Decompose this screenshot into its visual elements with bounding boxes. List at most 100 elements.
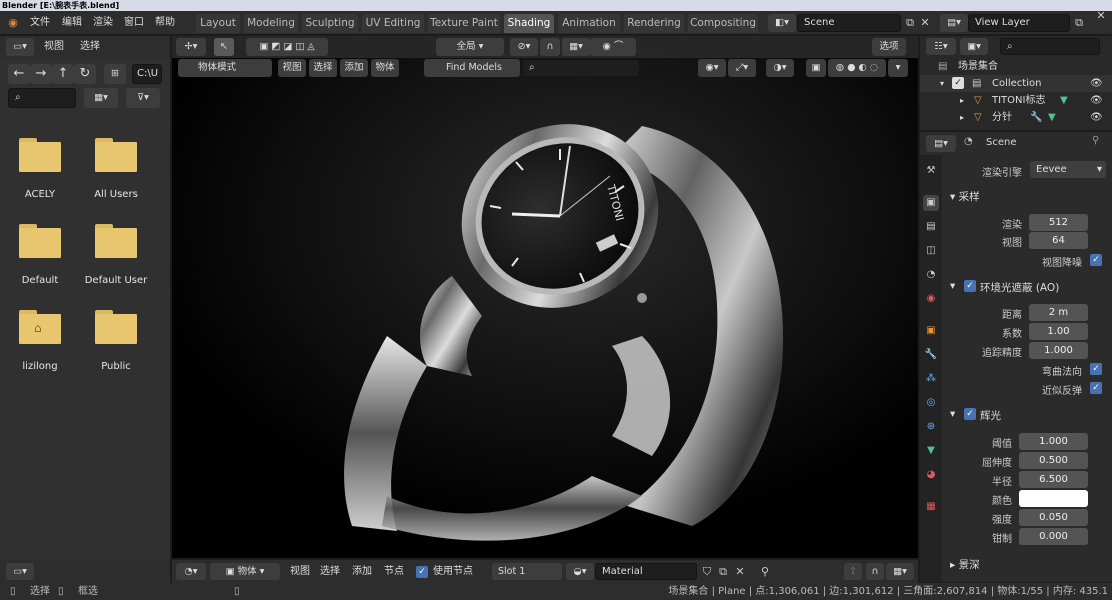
bloom-radius-field[interactable]: 6.500	[1019, 471, 1088, 488]
particles-tab-icon[interactable]: ⁂	[923, 371, 939, 387]
collection-checkbox[interactable]: ✓	[952, 77, 964, 89]
editor-type-button[interactable]: ◔▾	[176, 563, 206, 580]
folder-label[interactable]: Default User	[76, 275, 156, 286]
bloom-threshold-field[interactable]: 1.000	[1019, 433, 1088, 450]
editor-type-button[interactable]: ▭▾	[6, 563, 34, 580]
view-layer-field[interactable]: View Layer	[968, 14, 1070, 32]
refresh-button[interactable]: ↻	[74, 64, 96, 84]
shader-node-menu[interactable]: 节点	[384, 565, 404, 579]
editor-type-button[interactable]: ✢▾	[176, 38, 206, 56]
new-folder-button[interactable]: ⊞	[104, 64, 126, 84]
parent-node-tree-icon[interactable]: ⇧	[844, 563, 862, 580]
menu-window[interactable]: 窗口	[124, 16, 144, 30]
file-browser-select-menu[interactable]: 选择	[80, 40, 100, 54]
tab-uv-editing[interactable]: UV Editing	[362, 14, 424, 33]
shading-mode-icons[interactable]: ◍ ● ◐ ◌	[828, 59, 886, 77]
home-folder-icon[interactable]: ⌂	[19, 310, 61, 344]
snap-icon[interactable]: ∩	[540, 38, 560, 56]
fake-user-icon[interactable]: ⛉	[700, 565, 714, 579]
back-button[interactable]: ←	[8, 64, 30, 84]
ao-panel-header[interactable]: ▾	[950, 280, 955, 292]
ao-distance-field[interactable]: 2 m	[1029, 304, 1088, 321]
3d-viewport[interactable]: TITONI	[172, 36, 918, 558]
bounce-approx-checkbox[interactable]: ✓	[1090, 382, 1102, 394]
material-name-field[interactable]: Material	[595, 563, 697, 580]
material-tab-icon[interactable]: ◕	[923, 467, 939, 483]
folder-label[interactable]: lizilong	[0, 361, 80, 372]
ao-factor-field[interactable]: 1.00	[1029, 323, 1088, 340]
viewport-view-menu[interactable]: 视图	[278, 59, 306, 77]
new-scene-icon[interactable]: ⧉	[903, 16, 917, 30]
snap-element-icon[interactable]: ▦▾	[886, 563, 914, 580]
delete-scene-icon[interactable]: ✕	[918, 16, 932, 30]
new-view-layer-icon[interactable]: ⧉	[1072, 16, 1086, 30]
shader-select-menu[interactable]: 选择	[320, 565, 340, 579]
folder-label[interactable]: Default	[0, 275, 80, 286]
data-tab-icon[interactable]: ▼	[923, 443, 939, 459]
shading-options-icon[interactable]: ▾	[888, 59, 908, 77]
duplicate-material-icon[interactable]: ⧉	[716, 565, 730, 579]
select-tool-icon[interactable]: ↖	[214, 38, 234, 56]
viewport-samples-field[interactable]: 64	[1029, 232, 1088, 249]
outliner-row-scene-collection[interactable]: ▤ 场景集合	[920, 58, 1112, 75]
sampling-panel-header[interactable]: ▾ 采样	[950, 189, 980, 204]
tab-modeling[interactable]: Modeling	[244, 14, 298, 33]
folder-icon[interactable]	[95, 224, 137, 258]
editor-type-button[interactable]: ▭▾	[6, 38, 34, 56]
display-mode-button[interactable]: ▣▾	[960, 38, 988, 55]
browse-material-icon[interactable]: ◒▾	[566, 563, 594, 580]
modifier-tab-icon[interactable]: 🔧	[923, 347, 939, 363]
blender-logo-icon[interactable]: ◉	[6, 16, 20, 30]
render-engine-dropdown[interactable]: Eevee ▾	[1030, 161, 1106, 178]
menu-render[interactable]: 渲染	[93, 16, 113, 30]
use-nodes-checkbox[interactable]: ✓	[416, 566, 428, 578]
dof-panel-header[interactable]: ▸ 景深	[950, 557, 980, 572]
editor-type-button[interactable]: ▤▾	[926, 135, 956, 152]
pin-icon[interactable]: ⚲	[1092, 135, 1099, 146]
physics-tab-icon[interactable]: ◎	[923, 395, 939, 411]
material-slot-dropdown[interactable]: Slot 1	[492, 563, 562, 580]
folder-icon[interactable]	[19, 138, 61, 172]
texture-tab-icon[interactable]: ▦	[923, 499, 939, 515]
output-tab-icon[interactable]: ▤	[923, 219, 939, 235]
outliner-row-collection[interactable]: ▾ ✓ ▤ Collection 👁	[920, 75, 1112, 92]
tab-compositing[interactable]: Compositing	[688, 14, 758, 33]
unlink-material-icon[interactable]: ✕	[733, 565, 747, 579]
eye-icon[interactable]: 👁	[1090, 75, 1103, 92]
view-layer-tab-icon[interactable]: ◫	[923, 243, 939, 259]
file-search-input[interactable]: ⌕	[8, 88, 76, 108]
overlay-icon[interactable]: ◑▾	[766, 59, 794, 77]
bloom-clamp-field[interactable]: 0.000	[1019, 528, 1088, 545]
viewport-select-menu[interactable]: 选择	[309, 59, 337, 77]
folder-label[interactable]: Public	[76, 361, 156, 372]
viewport-object-menu[interactable]: 物体	[371, 59, 399, 77]
tab-sculpting[interactable]: Sculpting	[302, 14, 358, 33]
view-layer-selector-button[interactable]: ▤▾	[940, 14, 968, 32]
filter-button[interactable]: ⊽▾	[126, 88, 160, 108]
display-mode-button[interactable]: ▦▾	[84, 88, 118, 108]
shader-type-dropdown[interactable]: ▣ 物体 ▾	[210, 563, 280, 580]
find-models-dropdown[interactable]: Find Models	[424, 59, 520, 77]
viewport-denoise-checkbox[interactable]: ✓	[1090, 254, 1102, 266]
directory-path-field[interactable]: C:\U	[132, 64, 162, 84]
ao-trace-precision-field[interactable]: 1.000	[1029, 342, 1088, 359]
snap-target-icon[interactable]: ▦▾	[562, 38, 590, 56]
gizmo-icon[interactable]: ⤢▾	[728, 59, 756, 77]
forward-button[interactable]: →	[30, 64, 52, 84]
tab-rendering[interactable]: Rendering	[624, 14, 684, 33]
folder-icon[interactable]	[95, 138, 137, 172]
visibility-icon[interactable]: ◉▾	[698, 59, 726, 77]
editor-type-button[interactable]: ☷▾	[926, 38, 956, 55]
menu-help[interactable]: 帮助	[155, 16, 175, 30]
world-tab-icon[interactable]: ◉	[923, 291, 939, 307]
transform-orientation-dropdown[interactable]: 全局 ▾	[436, 38, 504, 56]
render-samples-field[interactable]: 512	[1029, 214, 1088, 231]
tab-shading[interactable]: Shading	[504, 14, 554, 33]
menu-file[interactable]: 文件	[30, 16, 50, 30]
bloom-color-swatch[interactable]	[1019, 490, 1088, 507]
pin-icon[interactable]: ⚲	[758, 565, 772, 579]
constraints-tab-icon[interactable]: ⊛	[923, 419, 939, 435]
xray-icon[interactable]: ▣	[806, 59, 826, 77]
close-window-icon[interactable]: ✕	[1094, 9, 1108, 23]
scene-tab-icon[interactable]: ◔	[923, 267, 939, 283]
